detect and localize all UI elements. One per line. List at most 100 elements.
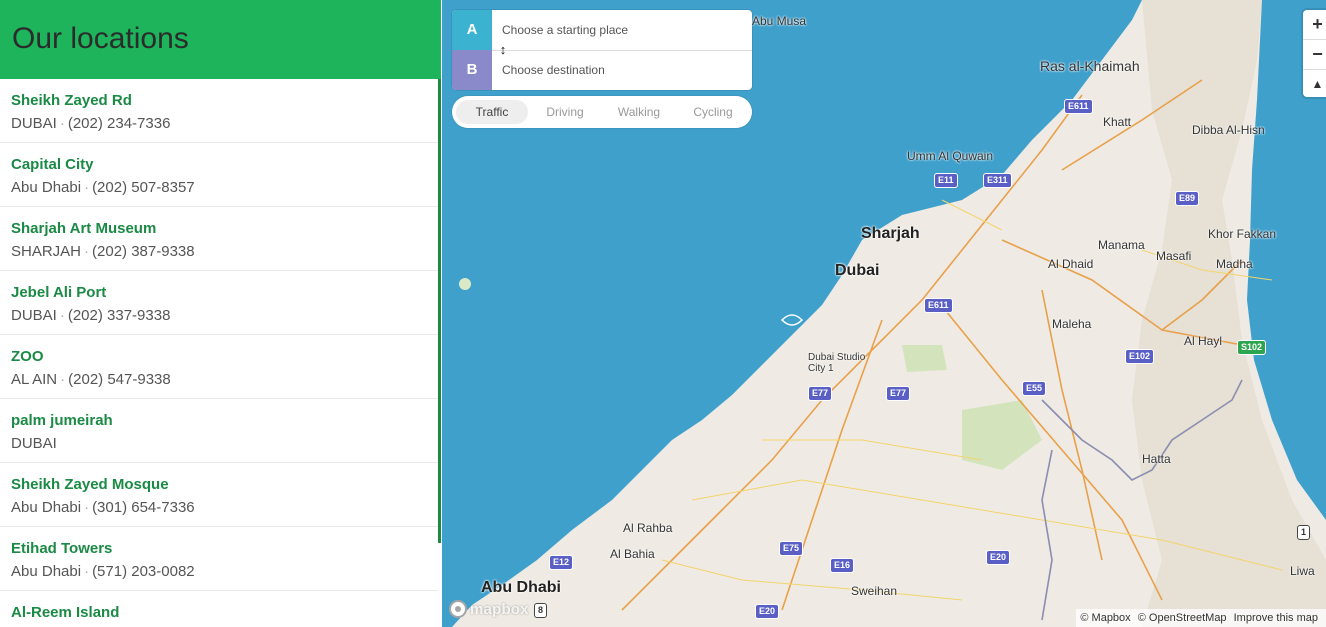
origin-input[interactable] <box>502 10 742 50</box>
details-separator: · <box>84 179 90 196</box>
location-title[interactable]: Jebel Ali Port <box>11 285 427 301</box>
city-label-manama: Manama <box>1098 238 1145 252</box>
location-city: Abu Dhabi <box>11 179 82 196</box>
location-city: Abu Dhabi <box>11 499 82 516</box>
mapbox-logo-icon <box>449 600 467 618</box>
details-separator: · <box>84 499 90 516</box>
city-label-dubai-studio-city: Dubai Studio City 1 <box>808 352 866 374</box>
city-label-sweihan: Sweihan <box>851 584 898 598</box>
city-label-abu-musa: Abu Musa <box>752 14 807 28</box>
location-item-sharjah-art-museum[interactable]: Sharjah Art Museum SHARJAH · (202) 387-933… <box>0 207 438 271</box>
location-details: AL AIN · (202) 547-9338 <box>11 371 427 388</box>
location-phone: (202) 547-9338 <box>68 371 171 388</box>
highway-shield: E55 <box>1022 381 1047 396</box>
highway-shield: E11 <box>934 173 958 188</box>
location-title[interactable]: Sheikh Zayed Mosque <box>11 477 427 493</box>
city-label-madha: Madha <box>1216 257 1253 271</box>
profile-tab-driving[interactable]: Driving <box>528 100 602 124</box>
details-separator: · <box>84 243 90 260</box>
location-details: DUBAI · (202) 337-9338 <box>11 307 427 324</box>
city-label-al-bahia: Al Bahia <box>610 547 655 561</box>
location-title[interactable]: Sharjah Art Museum <box>11 221 427 237</box>
details-separator: · <box>59 115 65 132</box>
location-item-etihad-towers[interactable]: Etihad Towers Abu Dhabi · (571) 203-0082 <box>0 527 438 591</box>
location-title[interactable]: Sheikh Zayed Rd <box>11 93 427 109</box>
location-item-zoo[interactable]: ZOO AL AIN · (202) 547-9338 <box>0 335 438 399</box>
highway-shield: 8 <box>534 603 548 618</box>
mapbox-logo-text: mapbox <box>470 600 529 618</box>
location-city: DUBAI <box>11 307 57 324</box>
profile-tab-cycling[interactable]: Cycling <box>676 100 750 124</box>
location-details: DUBAI · (202) 234-7336 <box>11 115 427 132</box>
profile-tab-walking[interactable]: Walking <box>602 100 676 124</box>
location-item-sheikh-zayed-mosque[interactable]: Sheikh Zayed Mosque Abu Dhabi · (301) 654-… <box>0 463 438 527</box>
city-label-khor-fakkan: Khor Fakkan <box>1208 227 1277 241</box>
map-attribution: © Mapbox © OpenStreetMap Improve this ma… <box>1076 609 1326 627</box>
attribution-osm-link[interactable]: © OpenStreetMap <box>1138 612 1227 624</box>
highway-shield: E20 <box>755 604 780 619</box>
highway-shield: E77 <box>886 386 911 401</box>
location-item-al-reem-island[interactable]: Al-Reem Island <box>0 591 438 627</box>
highway-shield: E75 <box>779 541 804 556</box>
profile-tab-traffic[interactable]: Traffic <box>456 100 528 124</box>
attribution-improve-link[interactable]: Improve this map <box>1234 612 1318 624</box>
location-item-capital-city[interactable]: Capital City Abu Dhabi · (202) 507-8357 <box>0 143 438 207</box>
highway-shield: E12 <box>549 555 574 570</box>
location-title[interactable]: ZOO <box>11 349 427 365</box>
location-list[interactable]: Sheikh Zayed Rd DUBAI · (202) 234-7336 Cap… <box>0 79 441 627</box>
location-details: Abu Dhabi · (202) 507-8357 <box>11 179 427 196</box>
location-item-palm-jumeirah[interactable]: palm jumeirah DUBAI <box>0 399 438 463</box>
location-phone: (202) 234-7336 <box>67 115 171 132</box>
highway-shield: E20 <box>986 550 1011 565</box>
location-item-jebel-ali-port[interactable]: Jebel Ali Port DUBAI · (202) 337-9338 <box>0 271 438 335</box>
zoom-in-button[interactable]: + <box>1303 10 1326 40</box>
details-separator: · <box>84 563 90 580</box>
location-title[interactable]: Etihad Towers <box>11 541 427 557</box>
map-zoom-controls: + − ▲ <box>1303 10 1326 97</box>
location-title[interactable]: Al-Reem Island <box>11 605 427 621</box>
palm-island <box>780 314 804 326</box>
destination-marker: B <box>452 50 492 90</box>
location-phone: (202) 337-9338 <box>67 307 171 324</box>
island <box>459 278 471 290</box>
city-label-al-hayl: Al Hayl <box>1184 334 1223 348</box>
highway-shield: E16 <box>830 558 855 573</box>
highway-shield: E77 <box>808 386 833 401</box>
destination-input[interactable] <box>502 50 742 90</box>
locations-sidebar: Our locations Sheikh Zayed Rd DUBAI · (202… <box>0 0 441 627</box>
reverse-direction-icon[interactable]: ↕ <box>497 42 509 58</box>
location-details: Abu Dhabi · (571) 203-0082 <box>11 563 427 580</box>
location-item-sheikh-zayed-rd[interactable]: Sheikh Zayed Rd DUBAI · (202) 234-7336 <box>0 79 438 143</box>
city-label-masafi: Masafi <box>1156 249 1192 263</box>
location-city: Abu Dhabi <box>11 563 82 580</box>
attribution-mapbox-link[interactable]: © Mapbox <box>1080 612 1130 624</box>
mapbox-logo[interactable]: mapbox <box>449 598 529 620</box>
city-label-dubai: Dubai <box>835 262 880 279</box>
location-phone: (202) 387-9338 <box>92 243 195 260</box>
location-title[interactable]: palm jumeirah <box>11 413 427 429</box>
city-label-maleha: Maleha <box>1052 317 1092 331</box>
location-city: SHARJAH <box>11 243 82 260</box>
location-city: DUBAI <box>11 115 57 132</box>
origin-marker: A <box>452 10 492 50</box>
highway-shield: E89 <box>1175 191 1200 206</box>
details-separator: · <box>60 371 66 388</box>
scrollbar-gutter <box>438 543 441 627</box>
location-details: DUBAI <box>11 435 427 452</box>
compass-icon[interactable]: ▲ <box>1303 70 1326 99</box>
zoom-out-button[interactable]: − <box>1303 40 1326 70</box>
city-label-sharjah: Sharjah <box>861 225 920 242</box>
location-title[interactable]: Capital City <box>11 157 427 173</box>
location-details: Abu Dhabi · (301) 654-7336 <box>11 499 427 516</box>
location-phone: (301) 654-7336 <box>92 499 195 516</box>
map-graphic <box>452 0 1326 627</box>
location-phone: (202) 507-8357 <box>92 179 195 196</box>
sidebar-title: Our locations <box>12 22 189 55</box>
details-separator: · <box>59 307 65 324</box>
city-label-al-rahba: Al Rahba <box>623 521 673 535</box>
map-canvas[interactable]: Abu Musa Ras al-Khaimah Khatt Dibba Al-H… <box>442 0 1326 627</box>
city-label-hatta: Hatta <box>1142 452 1171 466</box>
green-area <box>902 345 947 372</box>
sidebar-header: Our locations <box>0 0 441 79</box>
location-phone: (571) 203-0082 <box>92 563 195 580</box>
